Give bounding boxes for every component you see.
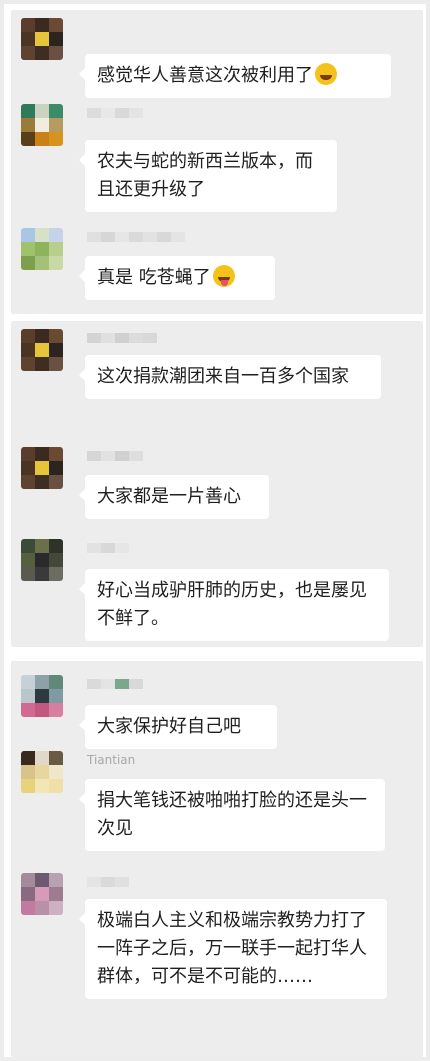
nickname	[87, 232, 185, 246]
avatar[interactable]	[21, 228, 63, 270]
message-text: 极端白人主义和极端宗教势力打了一阵子之后，万一联手一起打华人群体，可不是不可能的…	[97, 910, 367, 987]
message-text: 大家都是一片善心	[97, 486, 241, 507]
message-bubble[interactable]: 捐大笔钱还被啪啪打脸的还是头一次见	[79, 779, 385, 851]
watermark	[151, 513, 291, 573]
message-bubble[interactable]: 极端白人主义和极端宗教势力打了一阵子之后，万一联手一起打华人群体，可不是不可能的…	[79, 899, 387, 999]
chat-panel-2: 这次捐款潮团来自一百多个国家 大家都是一片善心 好心当成驴肝肺的历史，也是屡见不…	[11, 321, 423, 647]
nickname	[87, 679, 143, 693]
avatar[interactable]	[21, 539, 63, 581]
message-bubble[interactable]: 农夫与蛇的新西兰版本，而且还更升级了	[79, 140, 337, 212]
message-bubble[interactable]: 真是 吃苍蝇了	[79, 256, 275, 300]
avatar[interactable]	[21, 329, 63, 371]
nickname	[87, 333, 157, 347]
nickname	[87, 451, 143, 465]
avatar[interactable]	[21, 104, 63, 146]
avatar[interactable]	[21, 18, 63, 60]
message-text: 这次捐款潮团来自一百多个国家	[97, 366, 349, 387]
nickname	[87, 877, 129, 891]
message-text: 感觉华人善意这次被利用了	[97, 65, 313, 86]
nickname	[87, 108, 143, 122]
nickname: Tiantian	[87, 753, 136, 767]
avatar[interactable]	[21, 873, 63, 915]
laugh-cry-icon	[315, 63, 337, 85]
chat-panel-1: 感觉华人善意这次被利用了 农夫与蛇的新西兰版本，而且还更升级了 真是 吃苍蝇了	[11, 10, 423, 314]
message-bubble[interactable]: 好心当成驴肝肺的历史，也是屡见不鲜了。	[79, 569, 389, 641]
nickname	[87, 543, 129, 557]
avatar[interactable]	[21, 751, 63, 793]
message-bubble[interactable]: 感觉华人善意这次被利用了	[79, 54, 391, 98]
message-text: 农夫与蛇的新西兰版本，而且还更升级了	[97, 151, 313, 200]
screenshot-frame: 感觉华人善意这次被利用了 农夫与蛇的新西兰版本，而且还更升级了 真是 吃苍蝇了 …	[4, 4, 426, 1057]
message-bubble[interactable]: 这次捐款潮团来自一百多个国家	[79, 355, 381, 399]
tongue-out-icon	[212, 265, 235, 287]
message-bubble[interactable]: 大家保护好自己吧	[79, 705, 277, 749]
message-text: 大家保护好自己吧	[97, 716, 241, 737]
avatar[interactable]	[21, 447, 63, 489]
message-text: 好心当成驴肝肺的历史，也是屡见不鲜了。	[97, 580, 367, 629]
avatar[interactable]	[21, 675, 63, 717]
chat-panel-3: 大家保护好自己吧 Tiantian 捐大笔钱还被啪啪打脸的还是头一次见 极端白人…	[11, 661, 423, 1057]
message-text: 真是 吃苍蝇了	[97, 267, 211, 288]
message-text: 捐大笔钱还被啪啪打脸的还是头一次见	[97, 790, 367, 839]
